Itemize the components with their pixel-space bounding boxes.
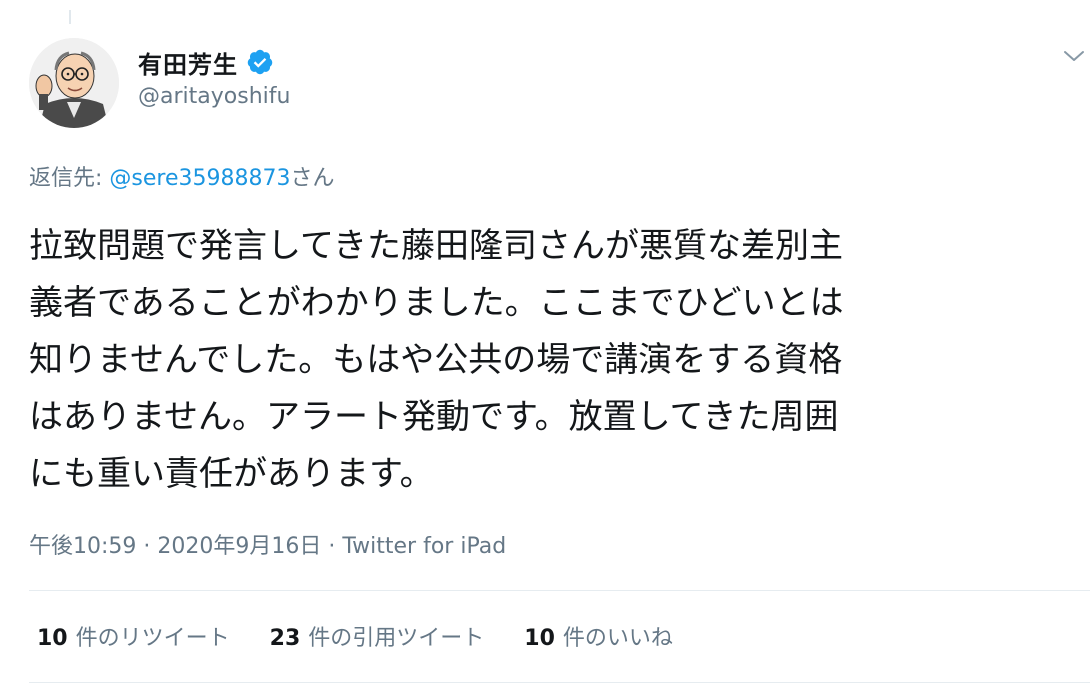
quote-label: 件の引用ツイート — [308, 626, 485, 651]
thread-connector — [69, 10, 71, 24]
tweet-line: 義者であることがわかりました。ここまでひどいとは — [29, 283, 844, 323]
tweet-card: 有田芳生 @aritayoshifu 返信先: @sere35988873さん … — [0, 0, 1090, 689]
reply-suffix: さん — [290, 166, 335, 191]
avatar[interactable] — [29, 38, 119, 128]
reply-target-link[interactable]: @sere35988873 — [109, 166, 290, 191]
tweet-time[interactable]: 午後10:59 — [29, 534, 136, 559]
quote-count: 23 — [269, 626, 301, 651]
engagement-stats: 10 件のリツイート 23 件の引用ツイート 10 件のいいね — [37, 620, 673, 652]
tweet-line: 拉致問題で発言してきた藤田隆司さんが悪質な差別主 — [29, 226, 843, 266]
like-count: 10 — [524, 626, 555, 651]
meta-separator: · — [321, 534, 343, 559]
display-name[interactable]: 有田芳生 — [138, 45, 238, 80]
tweet-line: はありません。アラート発動です。放置してきた周囲 — [29, 397, 839, 437]
reply-context: 返信先: @sere35988873さん — [29, 160, 335, 192]
tweet-line: 知りませんでした。もはや公共の場で講演をする資格 — [29, 340, 843, 380]
quote-tweets-stat[interactable]: 23 件の引用ツイート — [270, 620, 485, 652]
tweet-text: 拉致問題で発言してきた藤田隆司さんが悪質な差別主 義者であることがわかりました。… — [29, 218, 1069, 503]
retweets-stat[interactable]: 10 件のリツイート — [37, 620, 230, 652]
tweet-line: にも重い責任があります。 — [29, 454, 434, 494]
retweet-label: 件のリツイート — [75, 626, 230, 651]
avatar-illustration — [29, 38, 119, 128]
tweet-date[interactable]: 2020年9月16日 — [157, 534, 321, 559]
tweet-source[interactable]: Twitter for iPad — [342, 534, 506, 559]
chevron-down-icon[interactable] — [1062, 46, 1086, 66]
verified-badge-icon — [246, 48, 274, 76]
author-name-row[interactable]: 有田芳生 — [138, 44, 274, 80]
meta-separator: · — [136, 534, 158, 559]
tweet-metadata: 午後10:59 · 2020年9月16日 · Twitter for iPad — [29, 528, 506, 560]
retweet-count: 10 — [37, 626, 68, 651]
divider — [29, 590, 1090, 591]
user-handle[interactable]: @aritayoshifu — [138, 84, 290, 109]
divider — [29, 682, 1090, 683]
likes-stat[interactable]: 10 件のいいね — [524, 620, 673, 652]
reply-prefix: 返信先: — [29, 166, 110, 191]
like-label: 件のいいね — [562, 626, 673, 651]
